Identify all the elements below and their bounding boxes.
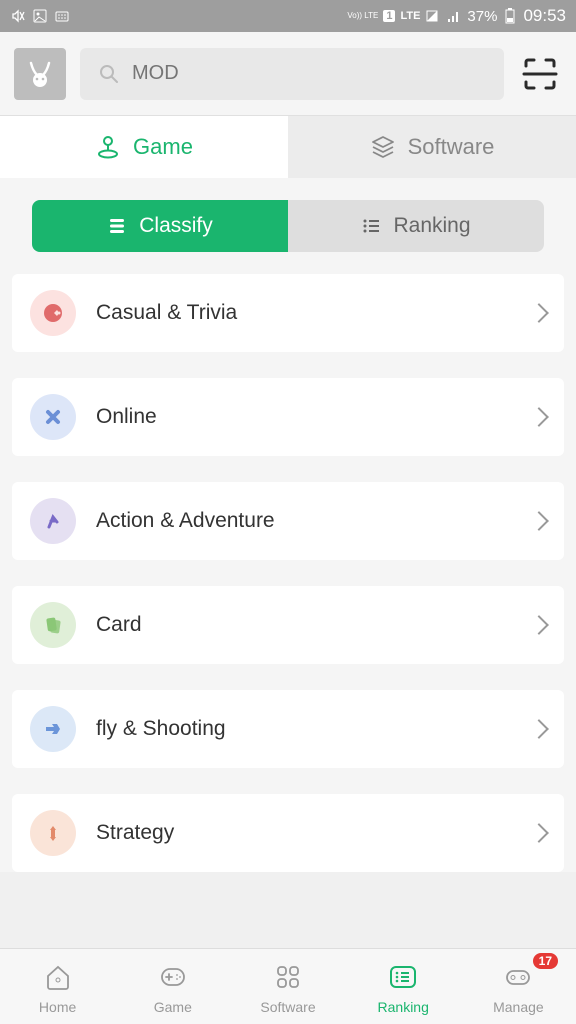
controller-icon [500, 959, 536, 995]
signal2-icon [446, 8, 462, 24]
chevron-right-icon [529, 719, 549, 739]
nav-home[interactable]: Home [0, 949, 115, 1024]
category-item[interactable]: Strategy [12, 794, 564, 872]
search-box[interactable] [80, 48, 504, 100]
chevron-right-icon [529, 823, 549, 843]
image-icon [32, 8, 48, 24]
category-icon [30, 602, 76, 648]
chevron-right-icon [529, 303, 549, 323]
keyboard-icon [54, 8, 70, 24]
nav-manage-label: Manage [493, 999, 544, 1015]
subtabs: Classify Ranking [32, 200, 544, 252]
tab-game[interactable]: Game [0, 116, 288, 178]
category-item[interactable]: fly & Shooting [12, 690, 564, 768]
category-list: Casual & Trivia Online Action & Adventure C… [0, 274, 576, 872]
layers-icon [370, 134, 396, 160]
subtab-ranking-label: Ranking [393, 214, 470, 238]
chevron-right-icon [529, 407, 549, 427]
category-label: Casual & Trivia [96, 301, 512, 325]
chevron-right-icon [529, 511, 549, 531]
clock: 09:53 [523, 6, 566, 26]
category-label: Online [96, 405, 512, 429]
tabs-row: Game Software [0, 116, 576, 178]
category-label: fly & Shooting [96, 717, 512, 741]
subtab-classify-label: Classify [139, 214, 213, 238]
sim-indicator: 1 [383, 10, 395, 22]
tab-game-label: Game [133, 134, 193, 160]
search-input[interactable] [132, 62, 486, 85]
tab-software-label: Software [408, 134, 495, 160]
category-item[interactable]: Online [12, 378, 564, 456]
manage-badge: 17 [533, 953, 558, 969]
category-label: Action & Adventure [96, 509, 512, 533]
nav-game-label: Game [154, 999, 192, 1015]
status-right: Vo)) LTE 1 LTE 37% 09:53 [347, 6, 566, 26]
gamepad-icon [155, 959, 191, 995]
volte-icon: Vo)) LTE [347, 12, 378, 20]
nav-ranking[interactable]: Ranking [346, 949, 461, 1024]
nav-home-label: Home [39, 999, 76, 1015]
header-bar [0, 32, 576, 116]
category-item[interactable]: Card [12, 586, 564, 664]
home-icon [40, 959, 76, 995]
bottom-nav: Home Game Software Ranking 17 Manage [0, 948, 576, 1024]
nav-game[interactable]: Game [115, 949, 230, 1024]
classify-icon [107, 216, 127, 236]
status-bar: Vo)) LTE 1 LTE 37% 09:53 [0, 0, 576, 32]
nav-ranking-label: Ranking [378, 999, 429, 1015]
category-icon [30, 810, 76, 856]
mute-icon [10, 8, 26, 24]
tab-software[interactable]: Software [288, 116, 576, 178]
app-logo[interactable] [14, 48, 66, 100]
battery-percent: 37% [467, 8, 497, 25]
subtab-classify[interactable]: Classify [32, 200, 288, 252]
search-icon [98, 63, 120, 85]
signal-icon [425, 8, 441, 24]
category-icon [30, 290, 76, 336]
chevron-right-icon [529, 615, 549, 635]
list-icon [385, 959, 421, 995]
category-label: Strategy [96, 821, 512, 845]
category-item[interactable]: Action & Adventure [12, 482, 564, 560]
category-label: Card [96, 613, 512, 637]
nav-software[interactable]: Software [230, 949, 345, 1024]
status-left [10, 8, 70, 24]
ranking-icon [361, 216, 381, 236]
scan-button[interactable] [518, 52, 562, 96]
lte-indicator: LTE [400, 10, 420, 22]
category-item[interactable]: Casual & Trivia [12, 274, 564, 352]
battery-icon [502, 8, 518, 24]
category-icon [30, 394, 76, 440]
apps-icon [270, 959, 306, 995]
subtab-ranking[interactable]: Ranking [288, 200, 544, 252]
category-icon [30, 498, 76, 544]
subtabs-wrap: Classify Ranking [0, 178, 576, 274]
nav-software-label: Software [260, 999, 315, 1015]
nav-manage[interactable]: 17 Manage [461, 949, 576, 1024]
category-icon [30, 706, 76, 752]
joystick-icon [95, 134, 121, 160]
